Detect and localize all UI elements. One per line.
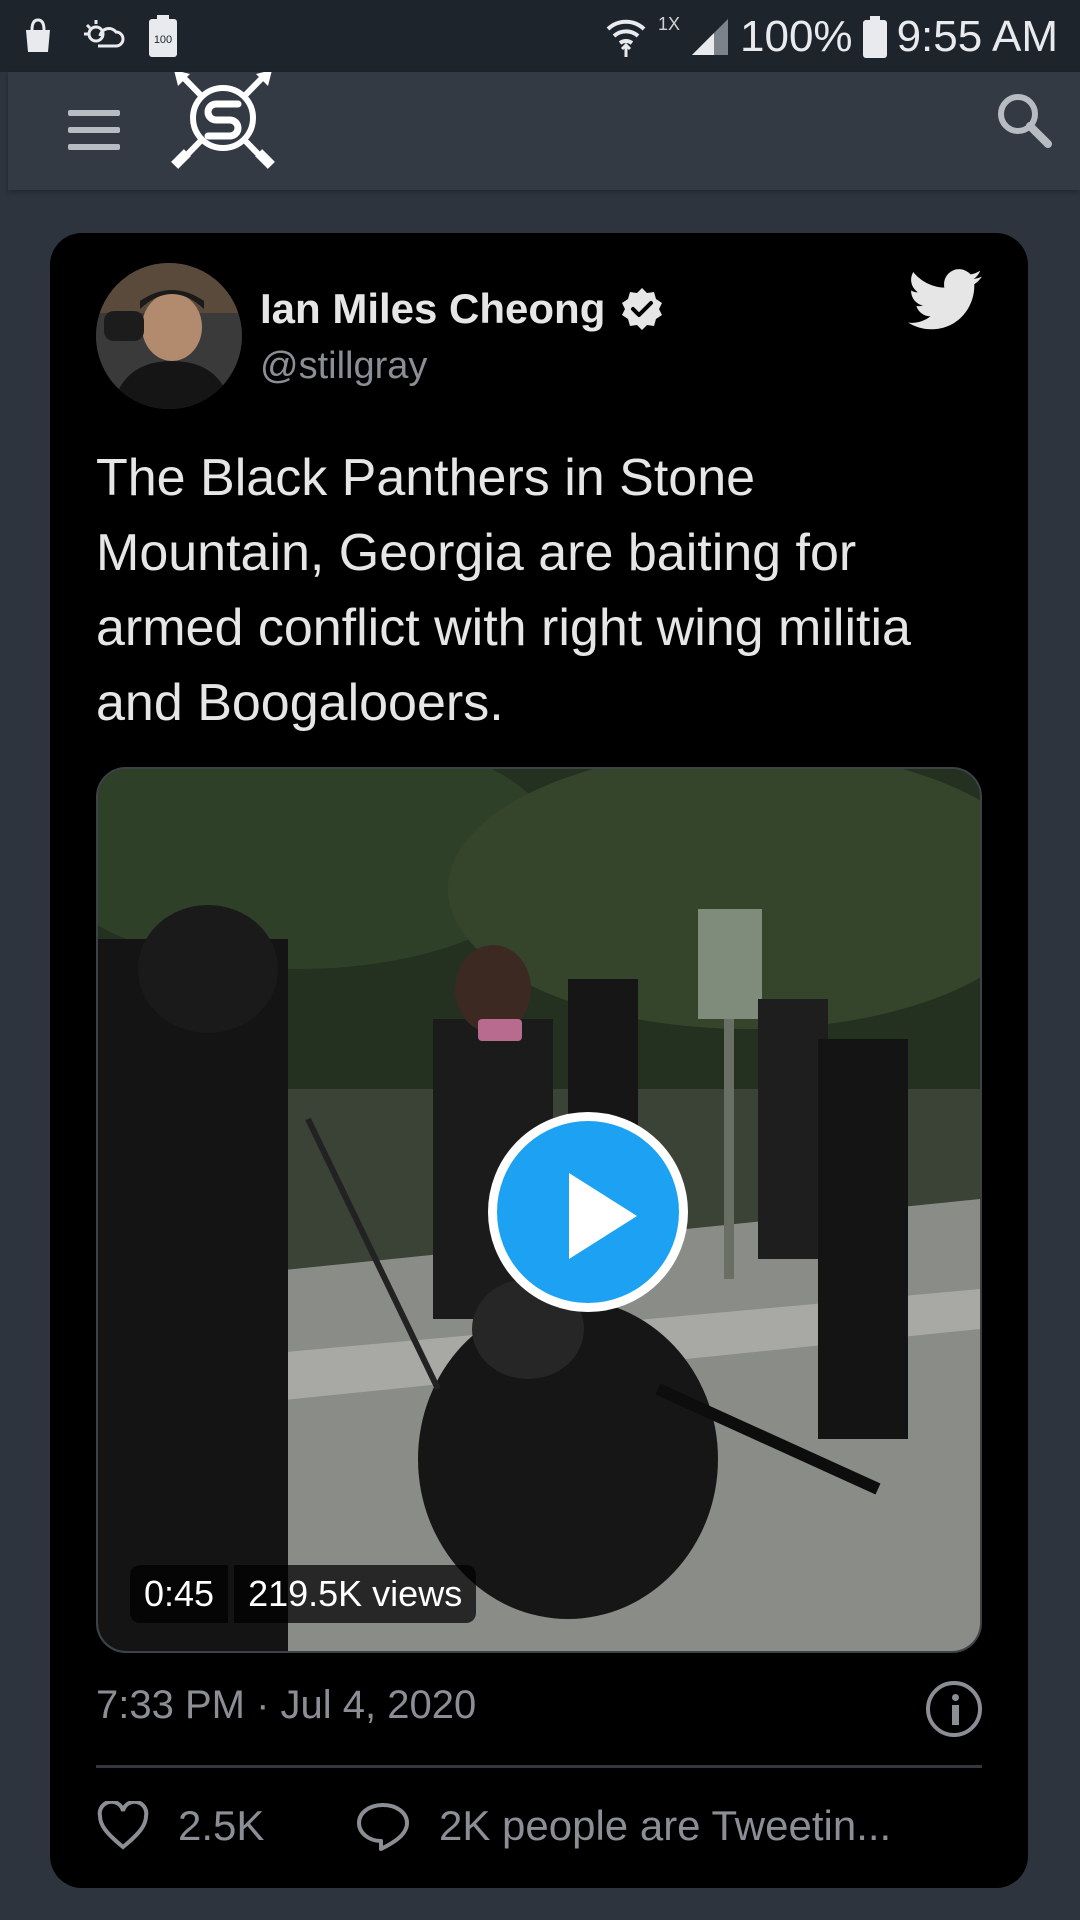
tweet-card[interactable]: Ian Miles Cheong @stillgray The Black Pa… [50, 233, 1028, 1888]
like-button[interactable]: 2.5K [96, 1801, 264, 1851]
signal-icon [692, 19, 729, 55]
video-player[interactable]: 0:45 219.5K views [96, 767, 982, 1653]
search-icon[interactable] [990, 86, 1060, 156]
tweet-timestamp[interactable]: 7:33 PM · Jul 4, 2020 [96, 1683, 476, 1728]
avatar-image [96, 263, 242, 409]
like-count: 2.5K [178, 1802, 265, 1849]
video-views: 219.5K views [234, 1565, 477, 1623]
divider [96, 1765, 982, 1768]
tweet-text: The Black Panthers in Stone Mountain, Ge… [96, 449, 911, 732]
conversation-button[interactable]: 2K people are Tweetin... [355, 1801, 891, 1851]
weather-icon [84, 20, 125, 48]
wifi-speed-label: 1X [657, 14, 681, 34]
wifi-icon [606, 19, 646, 57]
play-button[interactable] [488, 1112, 688, 1312]
shopping-bag-icon [26, 18, 50, 52]
battery-percent: 100% [740, 12, 853, 61]
reply-bubble-icon [357, 1803, 409, 1851]
svg-text:100: 100 [154, 34, 172, 46]
info-icon[interactable] [926, 1681, 982, 1737]
status-bar-notifications: 100 [18, 14, 178, 58]
battery-full-icon: 100 [149, 15, 177, 57]
avatar[interactable] [96, 263, 242, 409]
twitter-bird-icon[interactable] [908, 269, 982, 331]
video-duration: 0:45 [130, 1565, 229, 1623]
app-bar [8, 72, 1080, 190]
video-badges: 0:45 219.5K views [130, 1565, 477, 1623]
battery-icon [862, 16, 887, 58]
conversation-label: 2K people are Tweetin... [439, 1802, 892, 1849]
author-name[interactable]: Ian Miles Cheong [260, 285, 605, 333]
verified-badge-icon [622, 288, 663, 330]
heart-icon [97, 1801, 149, 1850]
status-bar: 100 1X 100% 9:55 AM [0, 0, 1080, 72]
clock: 9:55 AM [896, 12, 1058, 61]
author-handle[interactable]: @stillgray [260, 345, 427, 388]
author-name-row[interactable]: Ian Miles Cheong [260, 285, 665, 333]
hamburger-menu-icon[interactable] [68, 102, 138, 158]
status-bar-system: 1X 100% 9:55 AM [604, 8, 1058, 66]
app-logo-icon[interactable] [168, 72, 278, 172]
